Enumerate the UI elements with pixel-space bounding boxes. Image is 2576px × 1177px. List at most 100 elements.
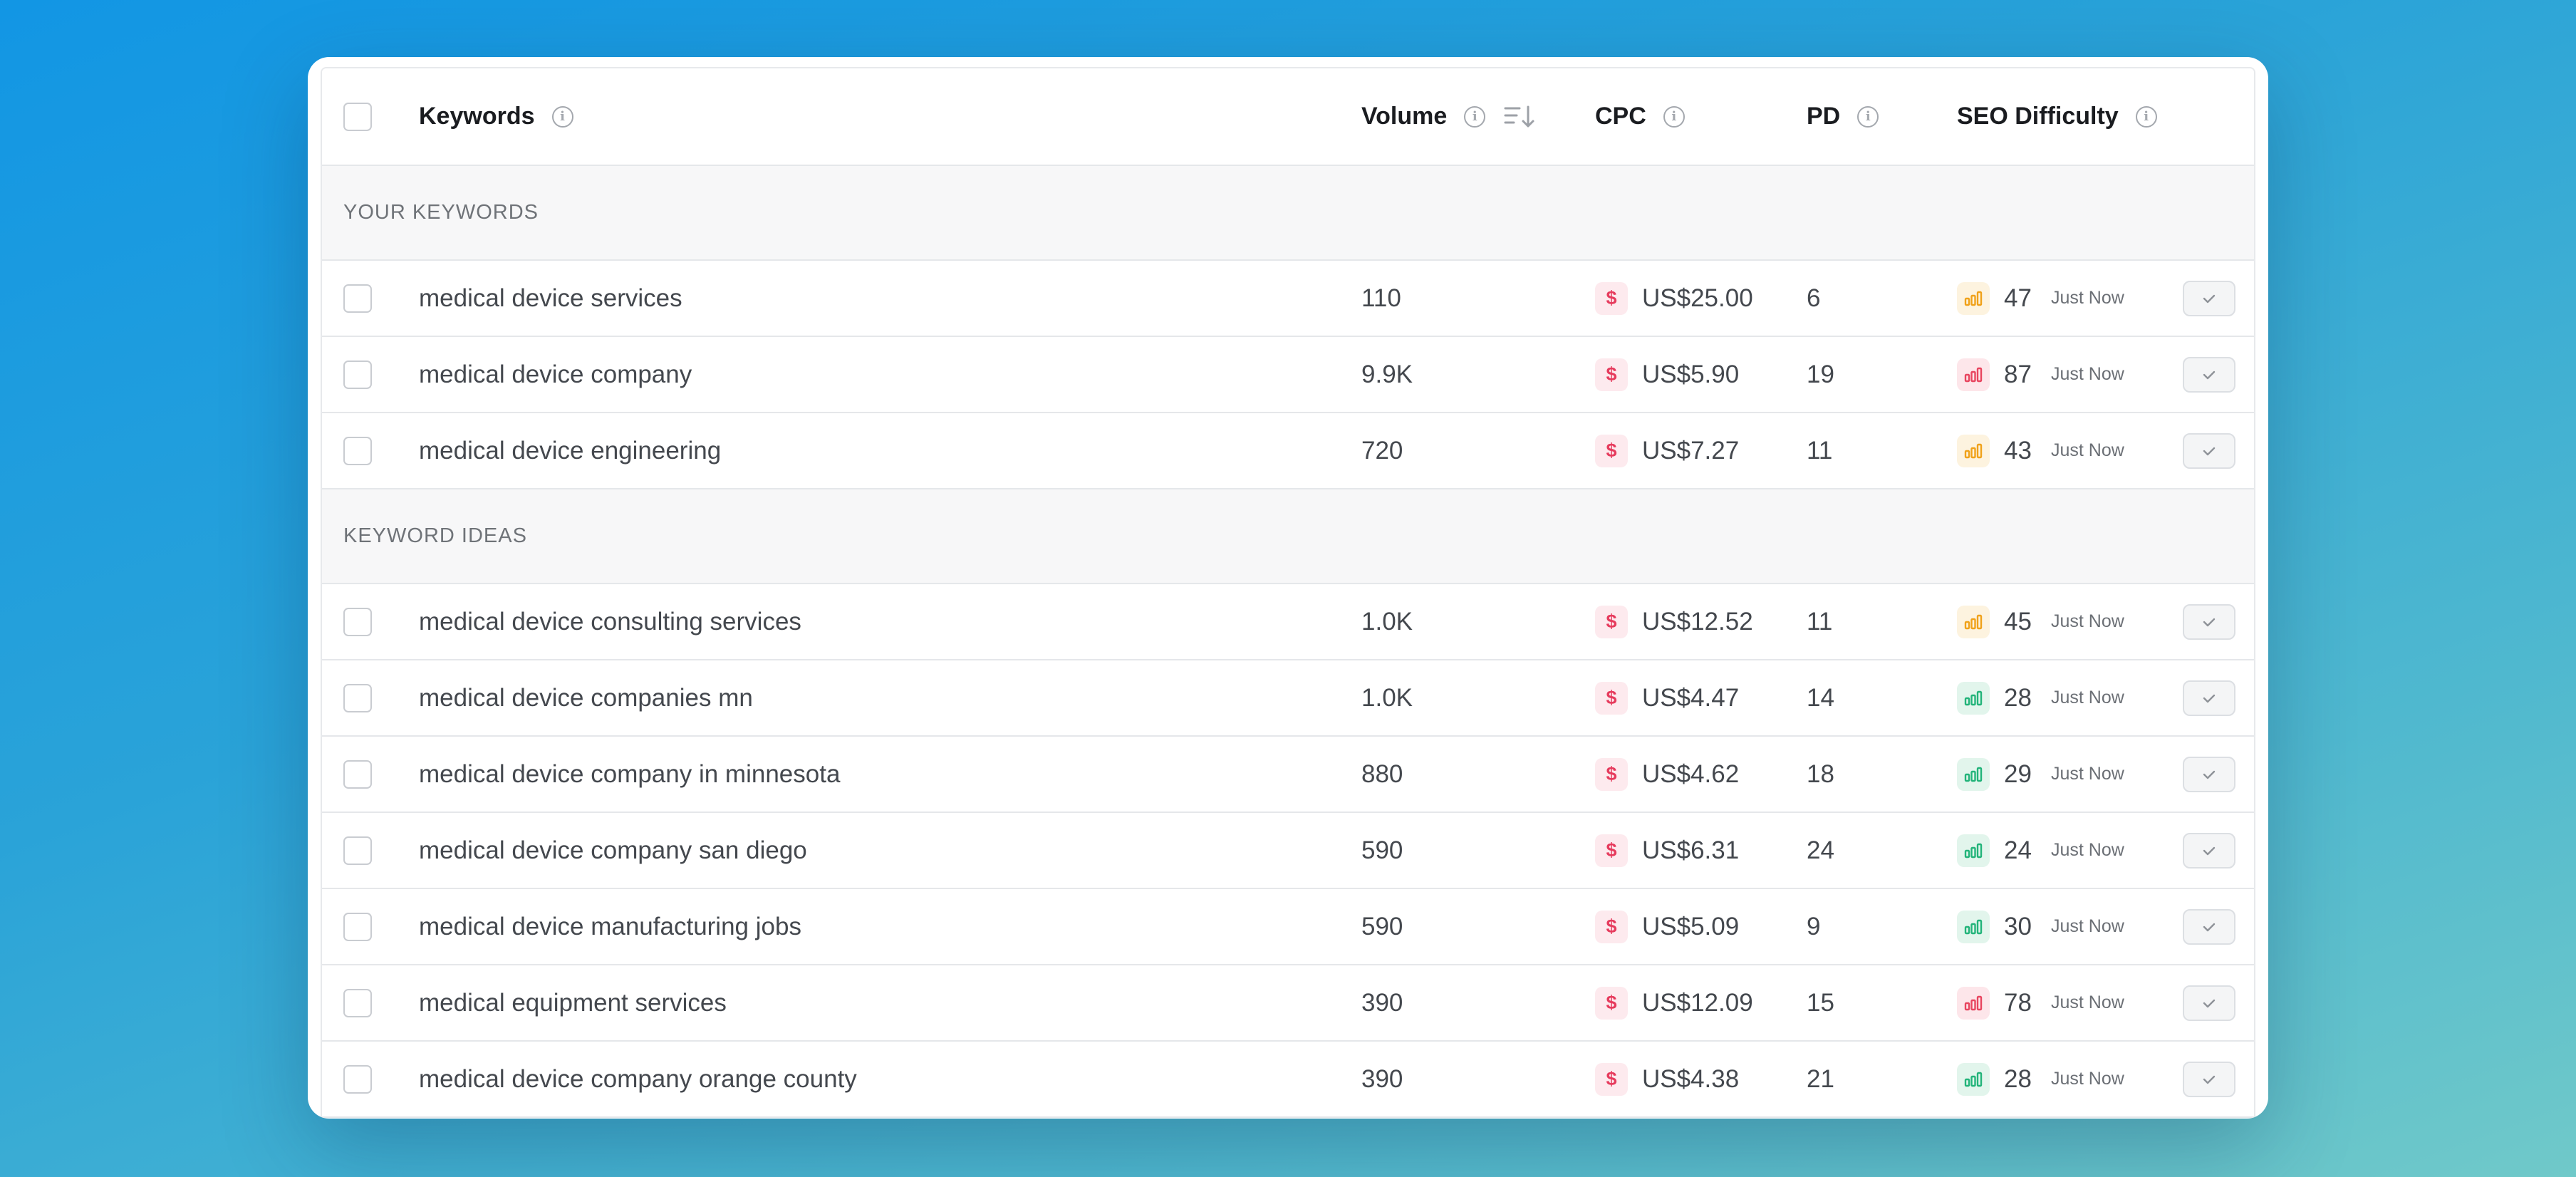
table-row[interactable]: medical equipment services 390 $ US$12.0… — [322, 965, 2254, 1042]
keyword-text: medical device companies mn — [419, 683, 753, 712]
keywords-table: Keywords i Volume i CPC i PD i SEO Diffi… — [321, 67, 2255, 1118]
info-icon[interactable]: i — [1464, 105, 1486, 128]
section-keyword-ideas: KEYWORD IDEAS — [322, 489, 2254, 584]
check-button[interactable] — [2183, 985, 2235, 1021]
table-row[interactable]: medical device consulting services 1.0K … — [322, 584, 2254, 660]
volume-value: 1.0K — [1361, 683, 1413, 712]
check-icon — [2203, 846, 2216, 855]
updated-time: Just Now — [2051, 288, 2124, 308]
table-row[interactable]: medical device company 9.9K $ US$5.90 19… — [322, 337, 2254, 413]
seo-difficulty-value: 30 — [2004, 912, 2032, 940]
dollar-icon: $ — [1595, 605, 1628, 638]
check-icon — [2203, 447, 2216, 455]
keywords-card: Keywords i Volume i CPC i PD i SEO Diffi… — [308, 57, 2268, 1119]
dollar-icon: $ — [1595, 1062, 1628, 1096]
volume-value: 590 — [1361, 836, 1403, 864]
seo-difficulty-value: 28 — [2004, 683, 2032, 712]
check-button[interactable] — [2183, 832, 2235, 869]
check-icon — [2203, 1075, 2216, 1084]
info-icon[interactable]: i — [1663, 105, 1685, 128]
table-row[interactable]: medical device services 110 $ US$25.00 6… — [322, 261, 2254, 337]
dollar-icon: $ — [1595, 281, 1628, 315]
check-icon — [2203, 694, 2216, 702]
check-button[interactable] — [2183, 756, 2235, 792]
bar-chart-icon — [1957, 281, 1990, 315]
dollar-icon: $ — [1595, 757, 1628, 791]
check-button[interactable] — [2183, 1061, 2235, 1097]
bar-chart-icon — [1957, 910, 1990, 943]
row-checkbox[interactable] — [343, 759, 372, 789]
table-row[interactable]: medical device company san diego 590 $ U… — [322, 813, 2254, 889]
volume-value: 1.0K — [1361, 607, 1413, 636]
row-checkbox[interactable] — [343, 836, 372, 865]
check-button[interactable] — [2183, 680, 2235, 716]
check-button[interactable] — [2183, 603, 2235, 640]
sort-descending-icon[interactable] — [1504, 105, 1535, 129]
dollar-icon: $ — [1595, 681, 1628, 715]
bar-chart-icon — [1957, 834, 1990, 867]
check-button[interactable] — [2183, 280, 2235, 316]
check-icon — [2203, 923, 2216, 931]
volume-column-header[interactable]: Volume — [1361, 103, 1447, 130]
row-checkbox[interactable] — [343, 607, 372, 636]
keyword-text: medical device engineering — [419, 436, 722, 465]
table-row[interactable]: medical device companies mn 1.0K $ US$4.… — [322, 660, 2254, 737]
dollar-icon: $ — [1595, 986, 1628, 1020]
volume-value: 390 — [1361, 1064, 1403, 1093]
keyword-text: medical device company orange county — [419, 1064, 857, 1093]
section-your-keywords: YOUR KEYWORDS — [322, 166, 2254, 261]
pd-value: 9 — [1807, 912, 1821, 940]
table-row[interactable]: medical device company orange county 390… — [322, 1042, 2254, 1118]
table-row[interactable]: medical device company in minnesota 880 … — [322, 737, 2254, 813]
seo-difficulty-value: 78 — [2004, 988, 2032, 1017]
row-checkbox[interactable] — [343, 360, 372, 389]
cpc-value: US$4.62 — [1642, 759, 1740, 788]
keywords-column-header[interactable]: Keywords — [419, 103, 535, 130]
select-all-checkbox[interactable] — [343, 102, 372, 131]
pd-column-header[interactable]: PD — [1807, 103, 1840, 130]
seo-difficulty-column-header[interactable]: SEO Difficulty — [1957, 103, 2119, 130]
table-row[interactable]: medical device manufacturing jobs 590 $ … — [322, 889, 2254, 965]
check-icon — [2203, 999, 2216, 1007]
cpc-value: US$5.90 — [1642, 360, 1740, 388]
updated-time: Just Now — [2051, 688, 2124, 707]
pd-value: 11 — [1807, 436, 1833, 465]
row-checkbox[interactable] — [343, 1064, 372, 1094]
updated-time: Just Now — [2051, 1069, 2124, 1089]
check-button[interactable] — [2183, 432, 2235, 469]
dollar-icon: $ — [1595, 358, 1628, 391]
bar-chart-icon — [1957, 986, 1990, 1020]
updated-time: Just Now — [2051, 840, 2124, 860]
cpc-value: US$7.27 — [1642, 436, 1740, 465]
keyword-text: medical device consulting services — [419, 607, 801, 636]
check-button[interactable] — [2183, 908, 2235, 945]
keyword-text: medical device company — [419, 360, 692, 388]
pd-value: 11 — [1807, 607, 1833, 636]
seo-difficulty-value: 29 — [2004, 759, 2032, 788]
keyword-text: medical device company san diego — [419, 836, 807, 864]
row-checkbox[interactable] — [343, 284, 372, 313]
row-checkbox[interactable] — [343, 436, 372, 465]
row-checkbox[interactable] — [343, 988, 372, 1017]
pd-value: 15 — [1807, 988, 1834, 1017]
table-row[interactable]: medical device engineering 720 $ US$7.27… — [322, 413, 2254, 489]
cpc-value: US$5.09 — [1642, 912, 1740, 940]
seo-difficulty-value: 47 — [2004, 284, 2032, 312]
pd-value: 19 — [1807, 360, 1834, 388]
row-checkbox[interactable] — [343, 912, 372, 941]
row-checkbox[interactable] — [343, 683, 372, 712]
cpc-value: US$4.38 — [1642, 1064, 1740, 1093]
check-icon — [2203, 294, 2216, 303]
pd-value: 14 — [1807, 683, 1834, 712]
check-button[interactable] — [2183, 356, 2235, 393]
info-icon[interactable]: i — [551, 105, 573, 128]
info-icon[interactable]: i — [2135, 105, 2157, 128]
updated-time: Just Now — [2051, 916, 2124, 936]
updated-time: Just Now — [2051, 440, 2124, 460]
dollar-icon: $ — [1595, 910, 1628, 943]
cpc-column-header[interactable]: CPC — [1595, 103, 1646, 130]
pd-value: 24 — [1807, 836, 1834, 864]
bar-chart-icon — [1957, 1062, 1990, 1096]
info-icon[interactable]: i — [1857, 105, 1879, 128]
table-header: Keywords i Volume i CPC i PD i SEO Diffi… — [322, 68, 2254, 166]
